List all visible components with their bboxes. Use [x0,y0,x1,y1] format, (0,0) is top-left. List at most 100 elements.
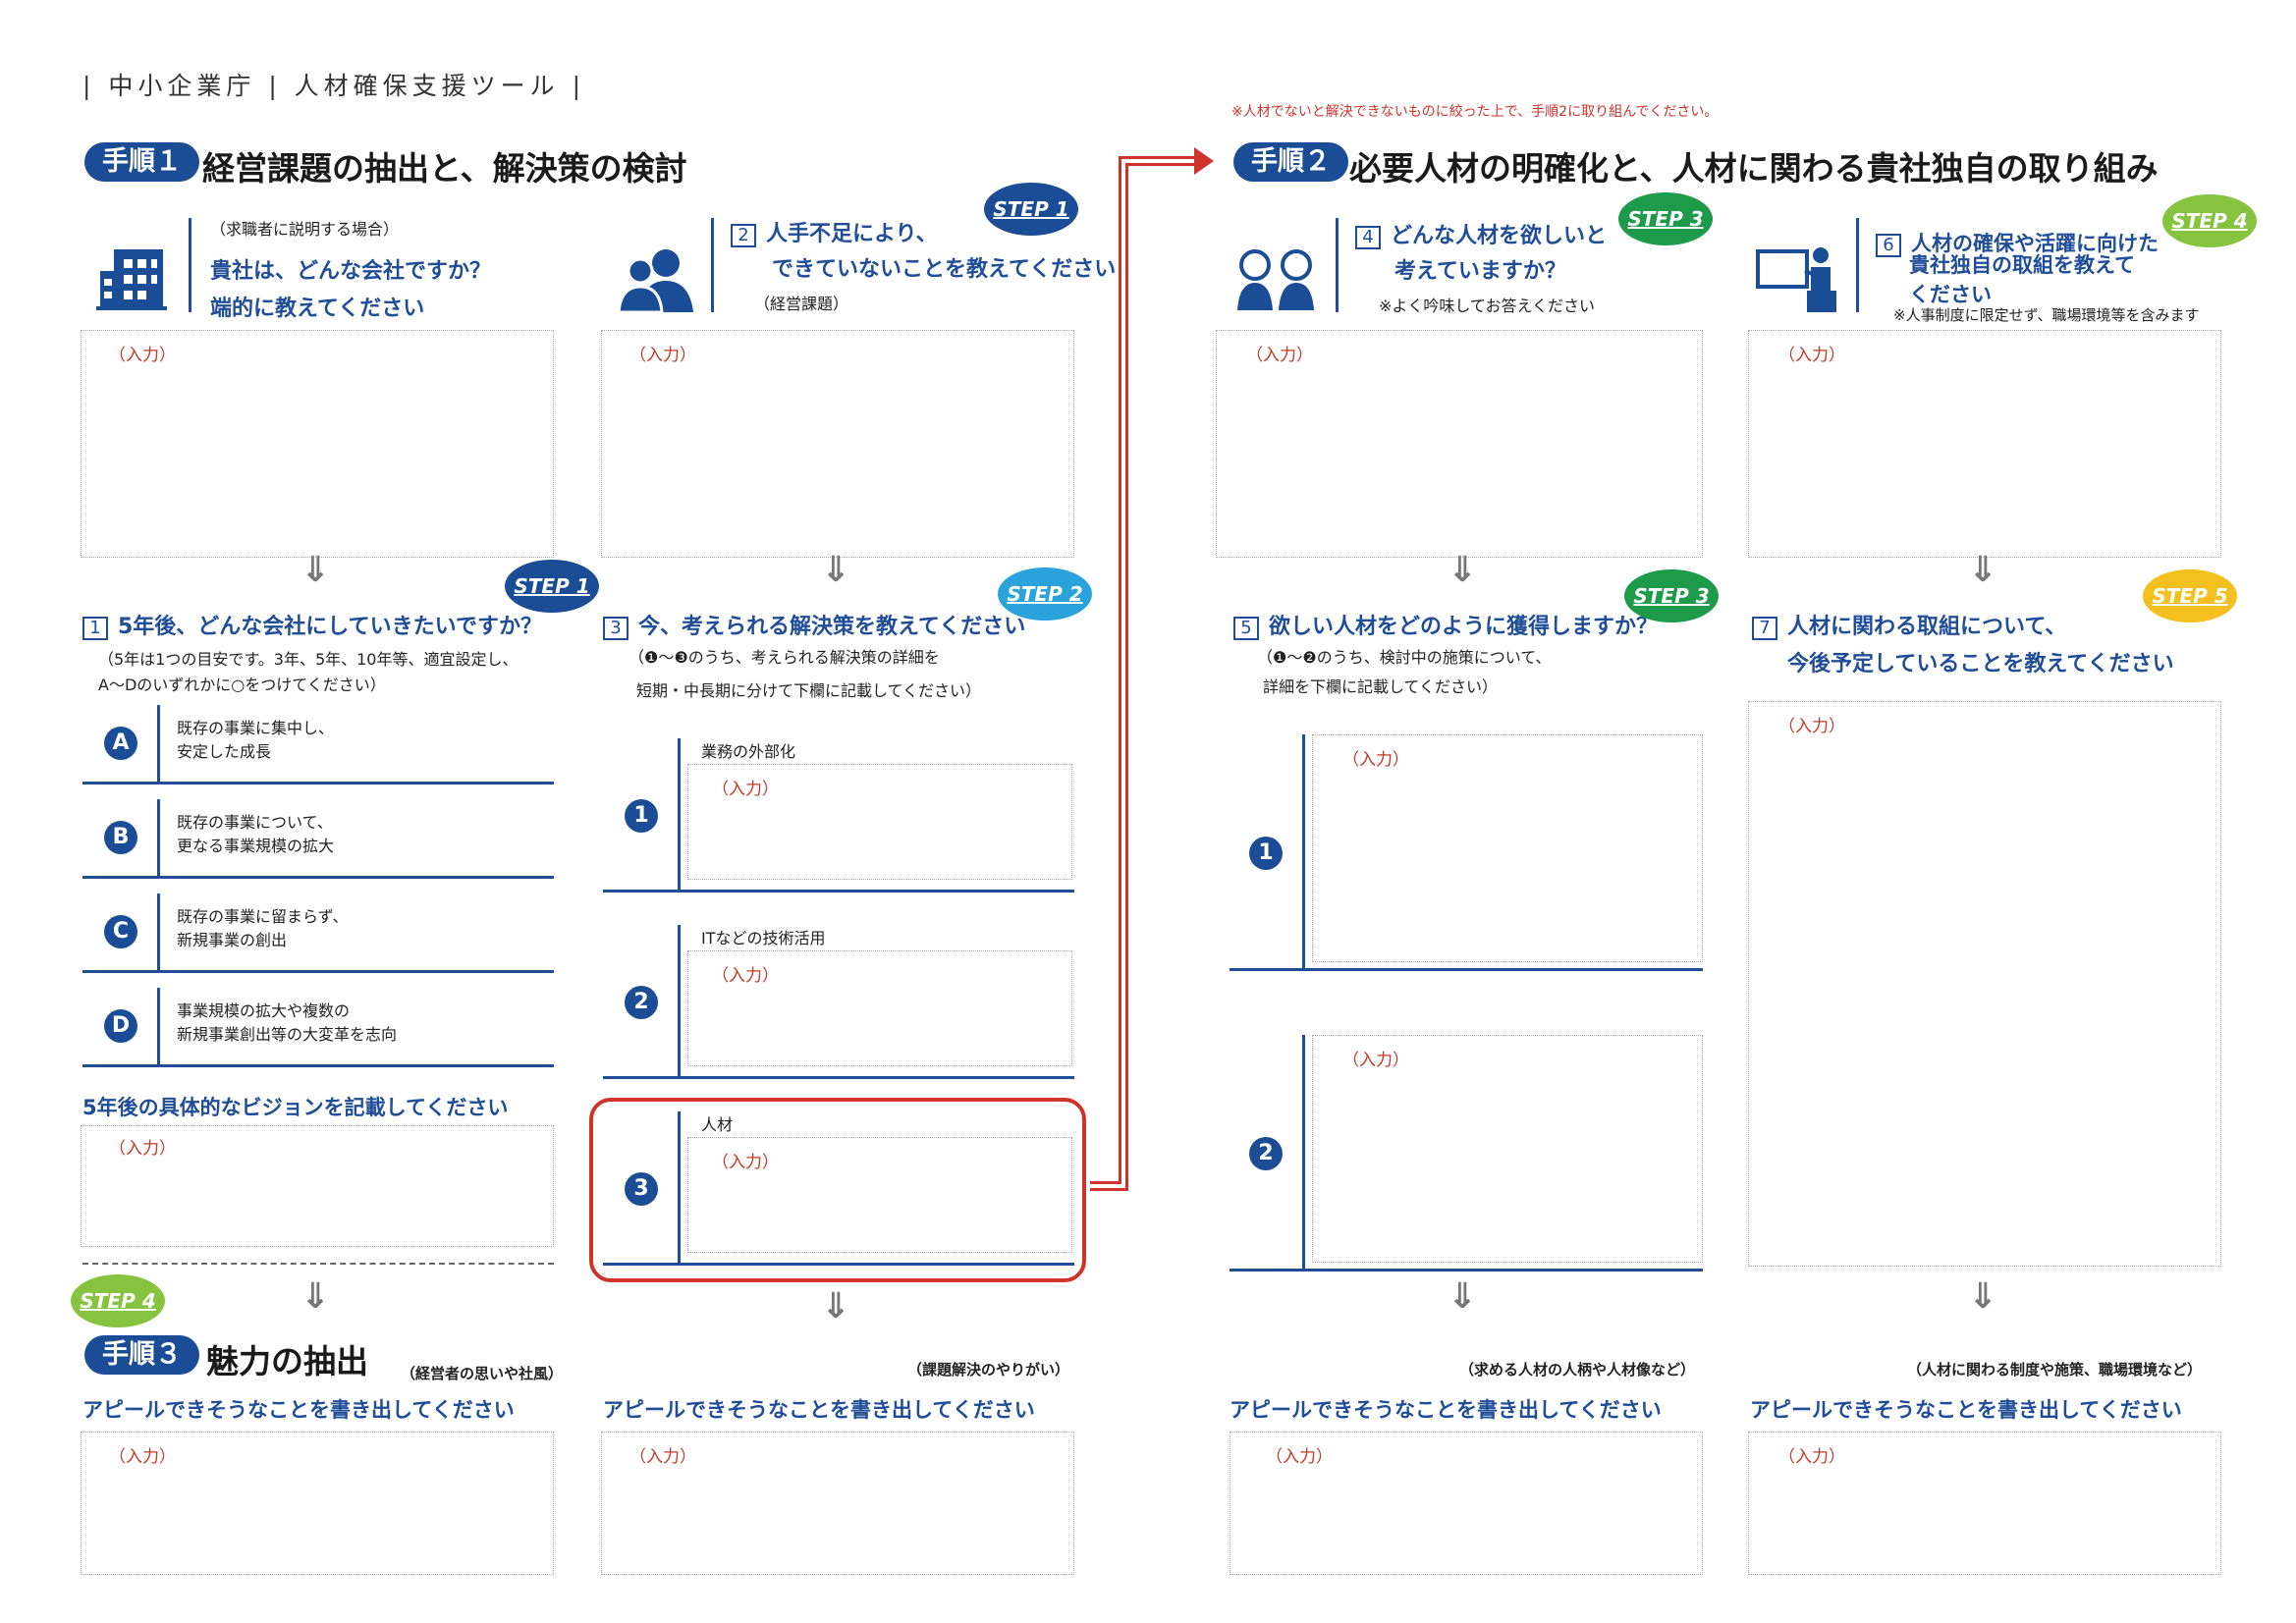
option-text-line1: 既存の事業について、 [177,813,333,832]
appeal-note-col2: （課題解決のやりがい） [907,1361,1070,1379]
q5-note2: 詳細を下欄に記載してください） [1263,677,1499,696]
solution-label: 業務の外部化 [701,742,796,761]
acquire-input[interactable]: （入力） [1312,1035,1703,1263]
down-arrow-icon: ⇓ [1448,550,1478,590]
q6-line2: 貴社独自の取組を教えて [1909,253,2135,277]
input-placeholder: （入力） [1342,750,1409,770]
option-row[interactable]: C 既存の事業に留まらず、 新規事業の創出 [82,893,554,973]
down-arrow-icon: ⇓ [301,550,331,590]
acquire-input[interactable]: （入力） [1312,734,1703,962]
step1-badge-a: STEP 1 [984,183,1078,236]
solution-number: 1 [625,799,658,833]
down-arrow-icon: ⇓ [1968,550,1998,590]
building-icon [96,249,167,310]
appeal-prompt-4: アピールできそうなことを書き出してください [1750,1398,2182,1422]
proc1-badge: 手順１ [84,142,199,182]
step5-badge: STEP 5 [2143,569,2237,622]
option-underline [82,782,554,784]
appeal-input-1[interactable]: （入力） [81,1432,554,1575]
input-placeholder: （入力） [109,346,176,365]
q4-line2: 考えていますか？ [1394,259,1566,284]
step4-badge-b: STEP 4 [71,1274,165,1327]
acquire-number: 1 [1249,837,1283,870]
q1-note1: （5年は1つの目安です。3年、5年、10年等、適宜設定し、 [98,650,519,669]
proc3-badge: 手順３ [84,1335,199,1375]
q4-note: ※よく吟味してお答えください [1379,297,1595,315]
option-row[interactable]: A 既存の事業に集中し、 安定した成長 [82,705,554,784]
header-title: | 中小企業庁 | 人材確保支援ツール | [82,72,586,100]
vision-input[interactable]: （入力） [81,1125,554,1247]
option-underline [82,876,554,879]
option-row[interactable]: D 事業規模の拡大や複数の新規事業創出等の大変革を志向 [82,988,554,1067]
acquire-row[interactable]: 2 （入力） [1230,1035,1703,1271]
appeal-note-col3: （求める人材の人柄や人材像など） [1459,1361,1696,1379]
q7-input[interactable]: （入力） [1748,701,2221,1267]
connector-arrow [1090,147,1214,1191]
company-input[interactable]: （入力） [81,330,554,558]
step1-badge-b: STEP 1 [505,560,599,613]
appeal-input-4[interactable]: （入力） [1748,1432,2221,1575]
down-arrow-icon: ⇓ [1968,1276,1998,1317]
option-row[interactable]: B 既存の事業について、 更なる事業規模の拡大 [82,799,554,879]
red-note: ※人材でないと解決できないものに絞った上で、手順2に取り組んでください。 [1231,104,1719,120]
solution-input[interactable]: （入力） [687,764,1072,880]
solution-underline [603,890,1074,893]
option-text-line2: 新規事業創出等の大変革を志向 [177,1025,398,1044]
option-text-line1: 既存の事業に集中し、 [177,719,335,737]
down-arrow-icon: ⇓ [821,1286,851,1326]
appeal-input-2[interactable]: （入力） [601,1432,1074,1575]
q5-note1: （❶～❷のうち、検討中の施策について、 [1257,648,1552,667]
step3-badge-a: STEP 3 [1618,192,1713,245]
down-arrow-icon: ⇓ [1448,1276,1478,1317]
q4-input[interactable]: （入力） [1216,330,1703,558]
solution-row[interactable]: 2 ITなどの技術活用 （入力） [603,925,1074,1079]
appeal-note-col4: （人材に関わる制度や施策、職場環境など） [1907,1361,2203,1379]
q2-input[interactable]: （入力） [601,330,1074,558]
appeal-input-3[interactable]: （入力） [1230,1432,1703,1575]
step3-badge-b: STEP 3 [1624,569,1719,622]
acquire-row[interactable]: 1 （入力） [1230,734,1703,971]
option-letter-d: D [104,1009,137,1043]
solution-input[interactable]: （入力） [687,950,1072,1066]
proc2-title: 必要人材の明確化と、人材に関わる貴社独自の取り組み [1349,149,2159,188]
input-placeholder: （入力） [712,780,779,799]
solution-divider [678,738,681,892]
option-divider [157,893,160,970]
q7-line1: 7 人材に関わる取組について、 [1752,609,2066,640]
option-underline [82,1064,554,1067]
option-text-line1: 事業規模の拡大や複数の [177,1001,351,1020]
step4-badge-a: STEP 4 [2162,194,2257,247]
q6-note: ※人事制度に限定せず、職場環境等を含みます [1893,306,2200,324]
proc1-title: 経営課題の抽出と、解決策の検討 [202,149,687,188]
option-letter-b: B [104,821,137,854]
vision-prompt: 5年後の具体的なビジョンを記載してください [82,1096,509,1119]
highlight-frame [589,1098,1086,1282]
appeal-prompt-1: アピールできそうなことを書き出してください [82,1398,515,1422]
q3-title: 3 今、考えられる解決策を教えてください [603,609,1025,640]
proc3-note: （経営者の思いや社風） [401,1365,564,1382]
q6-input[interactable]: （入力） [1748,330,2221,558]
acquire-number: 2 [1249,1137,1283,1170]
presentation-icon [1756,247,1836,312]
acquire-divider [1302,734,1305,970]
q4-line1: 4 どんな人材を欲しいと [1355,218,1607,249]
q5-title: 5 欲しい人材をどのように獲得しますか？ [1233,609,1658,640]
solution-number: 2 [625,986,658,1019]
q3-note2: 短期・中長期に分けて下欄に記載してください） [636,681,982,700]
input-placeholder: （入力） [1342,1051,1409,1070]
solution-label: ITなどの技術活用 [701,929,826,947]
option-text-line2: 更なる事業規模の拡大 [177,837,335,855]
option-underline [82,970,554,973]
q3-note1: （❶～❸のうち、考えられる解決策の詳細を [629,648,940,667]
acquire-underline [1230,968,1703,971]
appeal-prompt-3: アピールできそうなことを書き出してください [1230,1398,1662,1422]
option-text-line2: 安定した成長 [177,742,272,761]
people-pair-icon [1237,249,1314,310]
proc3-title: 魅力の抽出 [206,1342,368,1380]
solution-row[interactable]: 1 業務の外部化 （入力） [603,738,1074,893]
q-company-line2: 端的に教えてください [210,297,425,321]
q7-line2: 今後予定していることを教えてください [1787,652,2174,676]
q1-title: 1 5年後、どんな会社にしていきたいですか？ [82,609,542,640]
option-text-line1: 既存の事業に留まらず、 [177,907,349,926]
input-placeholder: （入力） [712,966,779,986]
